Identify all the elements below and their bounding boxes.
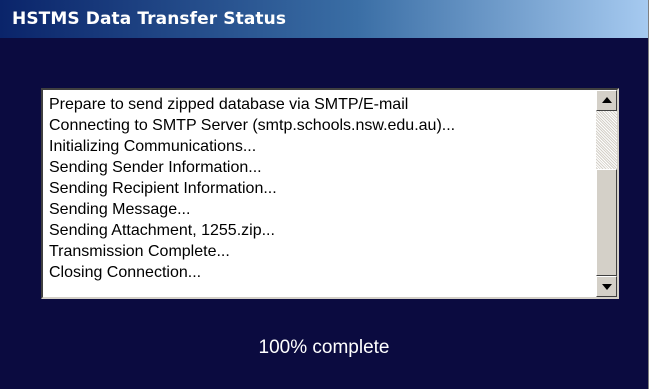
log-line[interactable]: Closing Connection... (49, 262, 595, 283)
transfer-status-window: HSTMS Data Transfer Status Prepare to se… (0, 0, 649, 389)
scroll-down-button[interactable] (596, 276, 617, 297)
status-log-list: Prepare to send zipped database via SMTP… (49, 94, 595, 283)
log-line[interactable]: Sending Message... (49, 199, 595, 220)
arrow-down-icon (602, 284, 612, 290)
scroll-up-button[interactable] (596, 90, 617, 111)
log-line[interactable]: Prepare to send zipped database via SMTP… (49, 94, 595, 115)
log-line[interactable]: Transmission Complete... (49, 241, 595, 262)
window-title: HSTMS Data Transfer Status (12, 9, 287, 29)
log-line[interactable]: Sending Sender Information... (49, 157, 595, 178)
vertical-scrollbar[interactable] (596, 90, 617, 297)
arrow-up-icon (602, 97, 612, 103)
status-log-listbox[interactable]: Prepare to send zipped database via SMTP… (41, 88, 619, 299)
log-line[interactable]: Sending Recipient Information... (49, 178, 595, 199)
title-bar[interactable]: HSTMS Data Transfer Status (0, 0, 648, 38)
progress-status-text: 100% complete (258, 337, 390, 358)
log-line[interactable]: Initializing Communications... (49, 136, 595, 157)
scrollbar-thumb[interactable] (596, 169, 617, 276)
log-line[interactable]: Connecting to SMTP Server (smtp.schools.… (49, 115, 595, 136)
log-line[interactable]: Sending Attachment, 1255.zip... (49, 220, 595, 241)
